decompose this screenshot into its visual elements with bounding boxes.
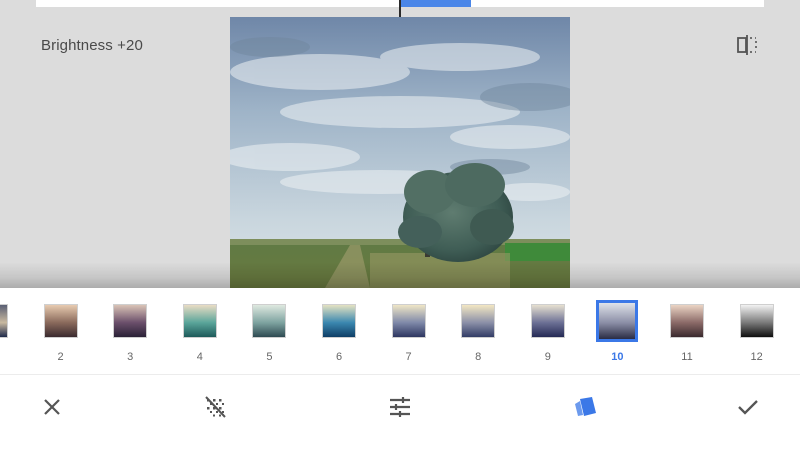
sliders-icon[interactable] <box>386 393 414 421</box>
filter-label: 2 <box>57 351 64 363</box>
filter-thumbnail <box>182 304 217 338</box>
filter-item[interactable]: 5 <box>239 288 299 374</box>
check-icon[interactable] <box>734 393 762 421</box>
filter-label: 7 <box>405 351 412 363</box>
filter-item[interactable]: 10 <box>587 288 647 374</box>
bottom-toolbar <box>0 374 800 450</box>
filter-label: 12 <box>750 351 763 363</box>
filter-item[interactable]: 12 <box>727 288 787 374</box>
filter-strip[interactable]: 123456789101112 <box>0 288 800 374</box>
filter-thumbnail <box>0 304 8 338</box>
filter-thumbnail <box>461 304 496 338</box>
filter-item[interactable]: 3 <box>100 288 160 374</box>
filter-item[interactable]: 4 <box>170 288 230 374</box>
filter-item[interactable]: 9 <box>518 288 578 374</box>
filter-thumbnail <box>739 304 774 338</box>
close-icon[interactable] <box>38 393 66 421</box>
filter-label: 9 <box>544 351 551 363</box>
filter-label: 11 <box>681 351 693 363</box>
filter-label: 4 <box>196 351 203 363</box>
styles-icon[interactable] <box>571 393 599 421</box>
filter-item[interactable]: 1 <box>0 288 21 374</box>
filter-label: 8 <box>475 351 482 363</box>
filter-thumbnail <box>252 304 287 338</box>
filter-thumbnail <box>43 304 78 338</box>
filter-thumbnail <box>391 304 426 338</box>
filter-item[interactable]: 8 <box>448 288 508 374</box>
filter-item[interactable]: 6 <box>309 288 369 374</box>
filter-thumbnail <box>530 304 565 338</box>
filter-label: 1 <box>0 351 21 363</box>
photo-preview[interactable] <box>230 17 570 288</box>
filter-item[interactable]: 2 <box>31 288 91 374</box>
editor-canvas[interactable]: Brightness +20 <box>0 0 800 288</box>
filter-label: 5 <box>266 351 273 363</box>
texture-off-icon[interactable] <box>201 393 229 421</box>
compare-icon[interactable] <box>735 34 759 56</box>
adjustment-label: Brightness +20 <box>41 37 143 54</box>
slider-center-marker <box>399 0 401 17</box>
filter-label: 3 <box>127 351 134 363</box>
filter-label: 6 <box>335 351 343 363</box>
filter-thumbnail <box>596 300 639 342</box>
filter-item[interactable]: 11 <box>657 288 717 374</box>
filter-thumbnail <box>322 304 356 338</box>
filter-thumbnail <box>113 304 148 338</box>
filter-thumbnail <box>670 304 704 338</box>
slider-fill <box>400 0 471 7</box>
filter-label: 10 <box>611 351 624 363</box>
filter-item[interactable]: 7 <box>379 288 439 374</box>
